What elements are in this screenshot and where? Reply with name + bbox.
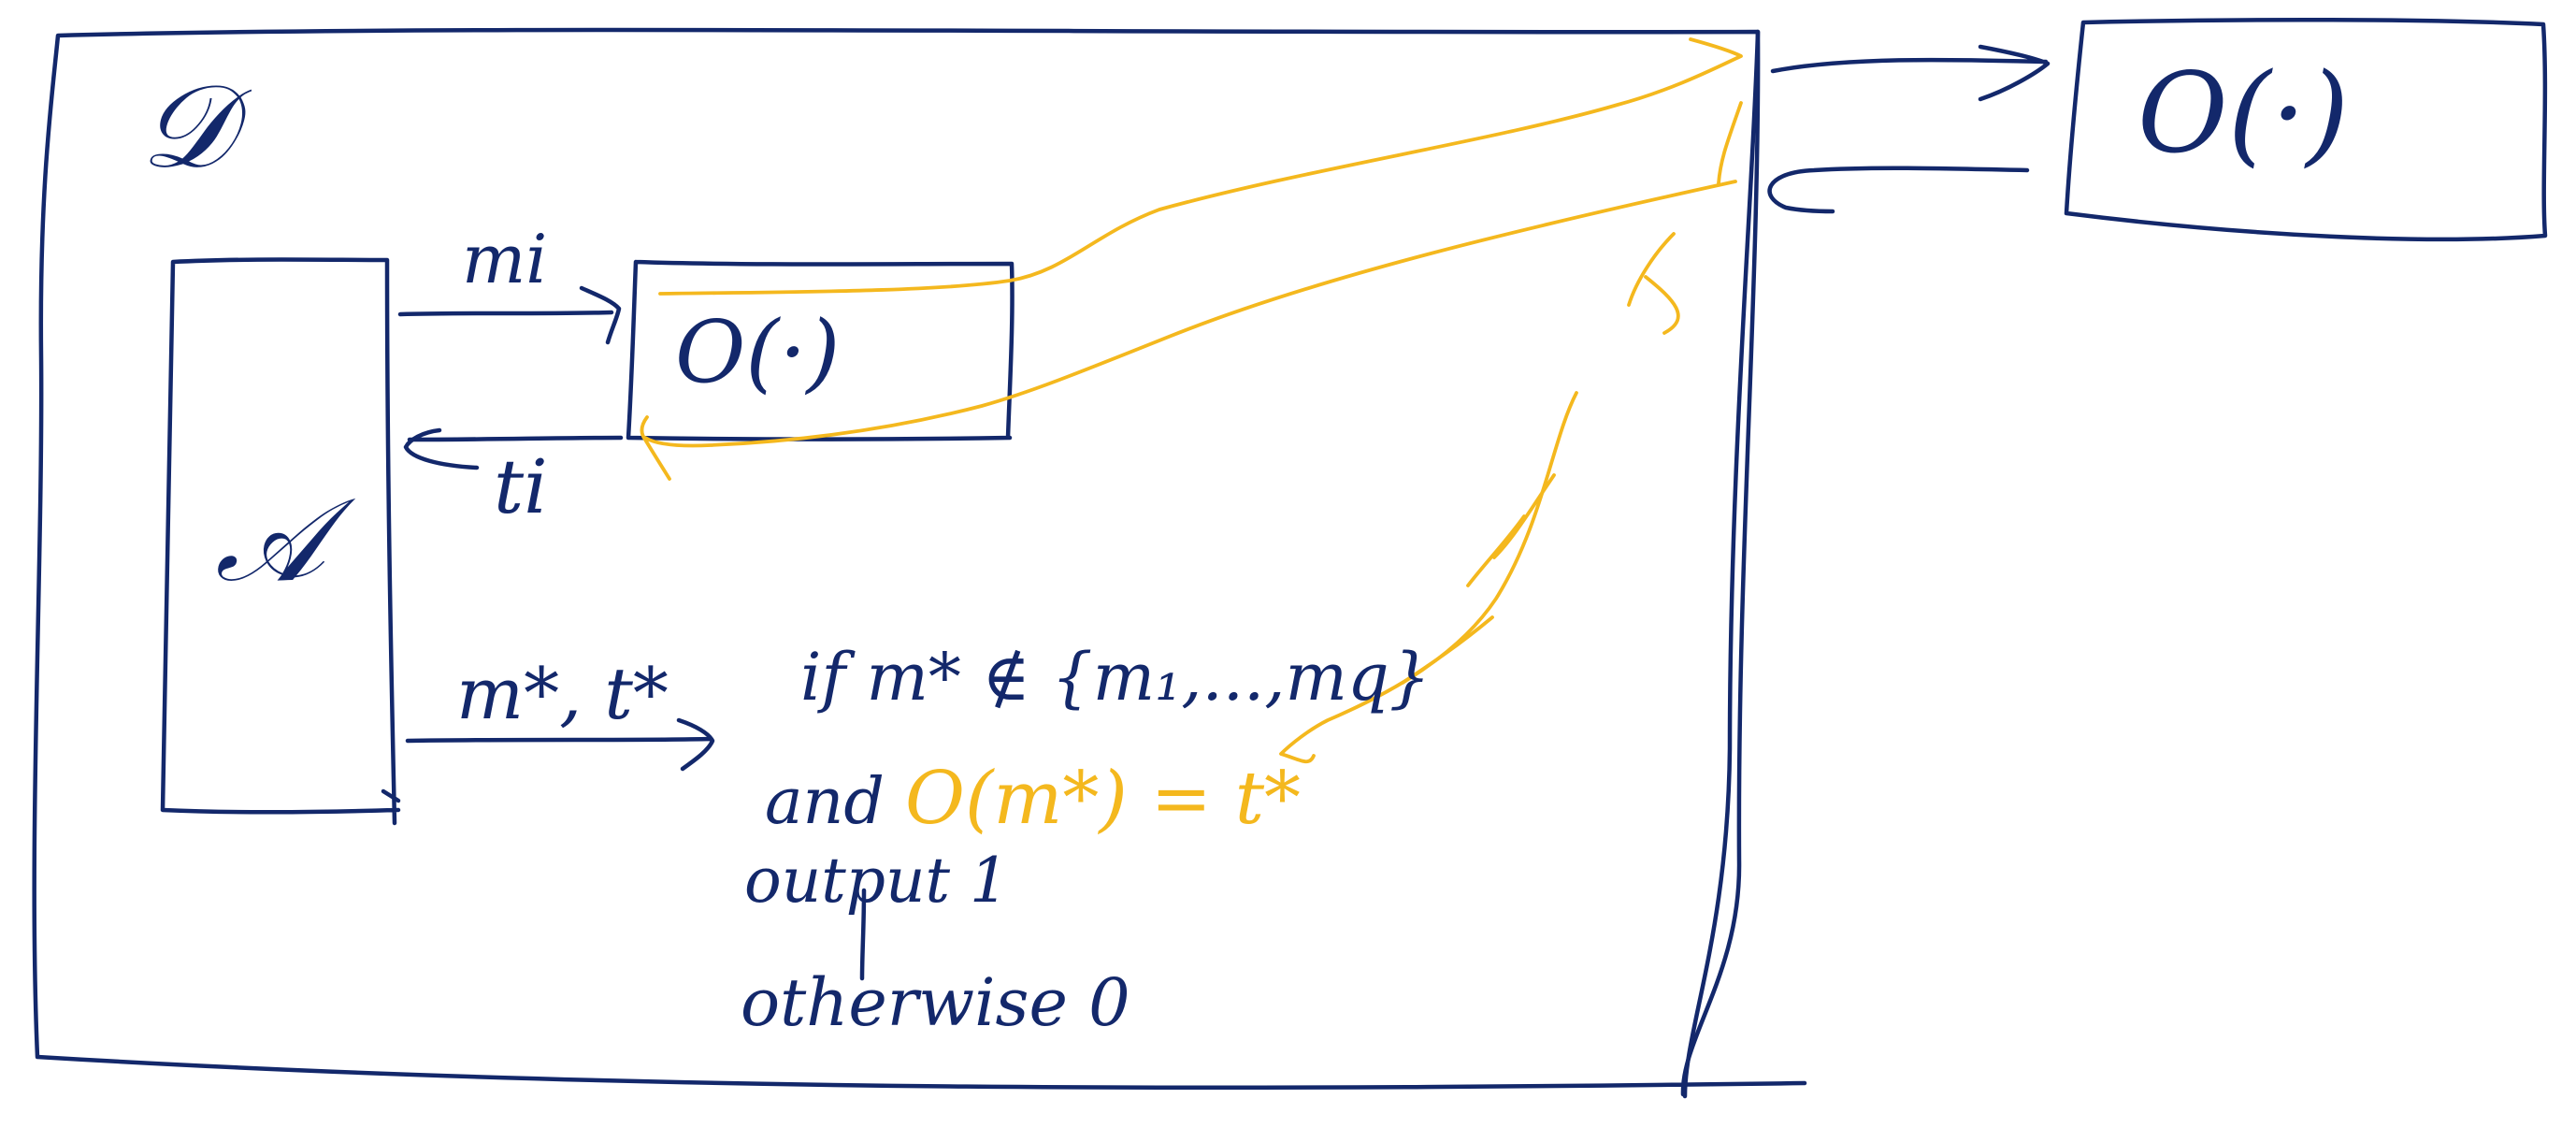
forward-query-curve [658,37,1743,296]
condition-and-expr: O(m*) = t* [905,757,1301,841]
reduction-diagram: 𝒟 𝒜 O(·) O(·) mi ti m*, t* if m* ∉ {m₁,.… [32,17,2548,1099]
forgery-label: m*, t* [456,652,669,735]
adversary-label: 𝒜 [215,473,356,608]
arrow-from-outer-oracle [1767,166,2030,214]
query-label: mi [462,220,547,298]
condition-if: if m* ∉ {m₁,...,mq} [800,639,1431,716]
inner-oracle-label: O(·) [675,302,840,402]
condition-and-prefix: and [765,765,885,839]
condition-otherwise: otherwise 0 [741,964,1130,1041]
condition-output: output 1 [744,845,1009,917]
forward-scribble [1627,101,1743,335]
tag-label: ti [494,443,548,530]
arrow-to-outer-oracle [1770,44,2051,102]
reduction-label: 𝒟 [140,60,252,195]
outer-oracle-label: O(·) [2137,49,2349,178]
